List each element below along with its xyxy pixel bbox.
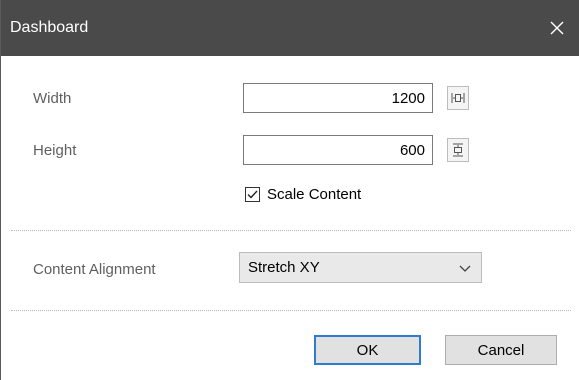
width-input[interactable] (243, 83, 433, 113)
separator-top (11, 230, 571, 231)
scale-content-checkbox[interactable]: Scale Content (245, 186, 361, 203)
chevron-down-icon (459, 265, 471, 272)
height-label: Height (33, 142, 77, 159)
fit-height-icon (453, 143, 463, 157)
scale-content-label: Scale Content (267, 186, 362, 203)
checkmark-icon (247, 190, 258, 199)
fit-width-button[interactable] (447, 86, 469, 110)
checkbox-box[interactable] (245, 187, 260, 202)
content-alignment-select[interactable]: Stretch XY (239, 252, 482, 283)
close-button[interactable] (534, 10, 579, 46)
dashboard-dialog: Dashboard Width Height (0, 0, 579, 380)
width-label: Width (33, 90, 72, 107)
fit-height-button[interactable] (447, 138, 469, 162)
separator-bottom (11, 310, 571, 311)
close-icon (550, 21, 564, 35)
title-bar: Dashboard (1, 0, 579, 56)
height-input[interactable] (243, 135, 433, 165)
content-alignment-label: Content Alignment (33, 261, 156, 278)
window-title: Dashboard (10, 19, 89, 36)
fit-width-icon (451, 93, 465, 103)
content-alignment-value: Stretch XY (248, 259, 320, 276)
cancel-button[interactable]: Cancel (445, 335, 557, 365)
ok-button[interactable]: OK (314, 335, 421, 365)
